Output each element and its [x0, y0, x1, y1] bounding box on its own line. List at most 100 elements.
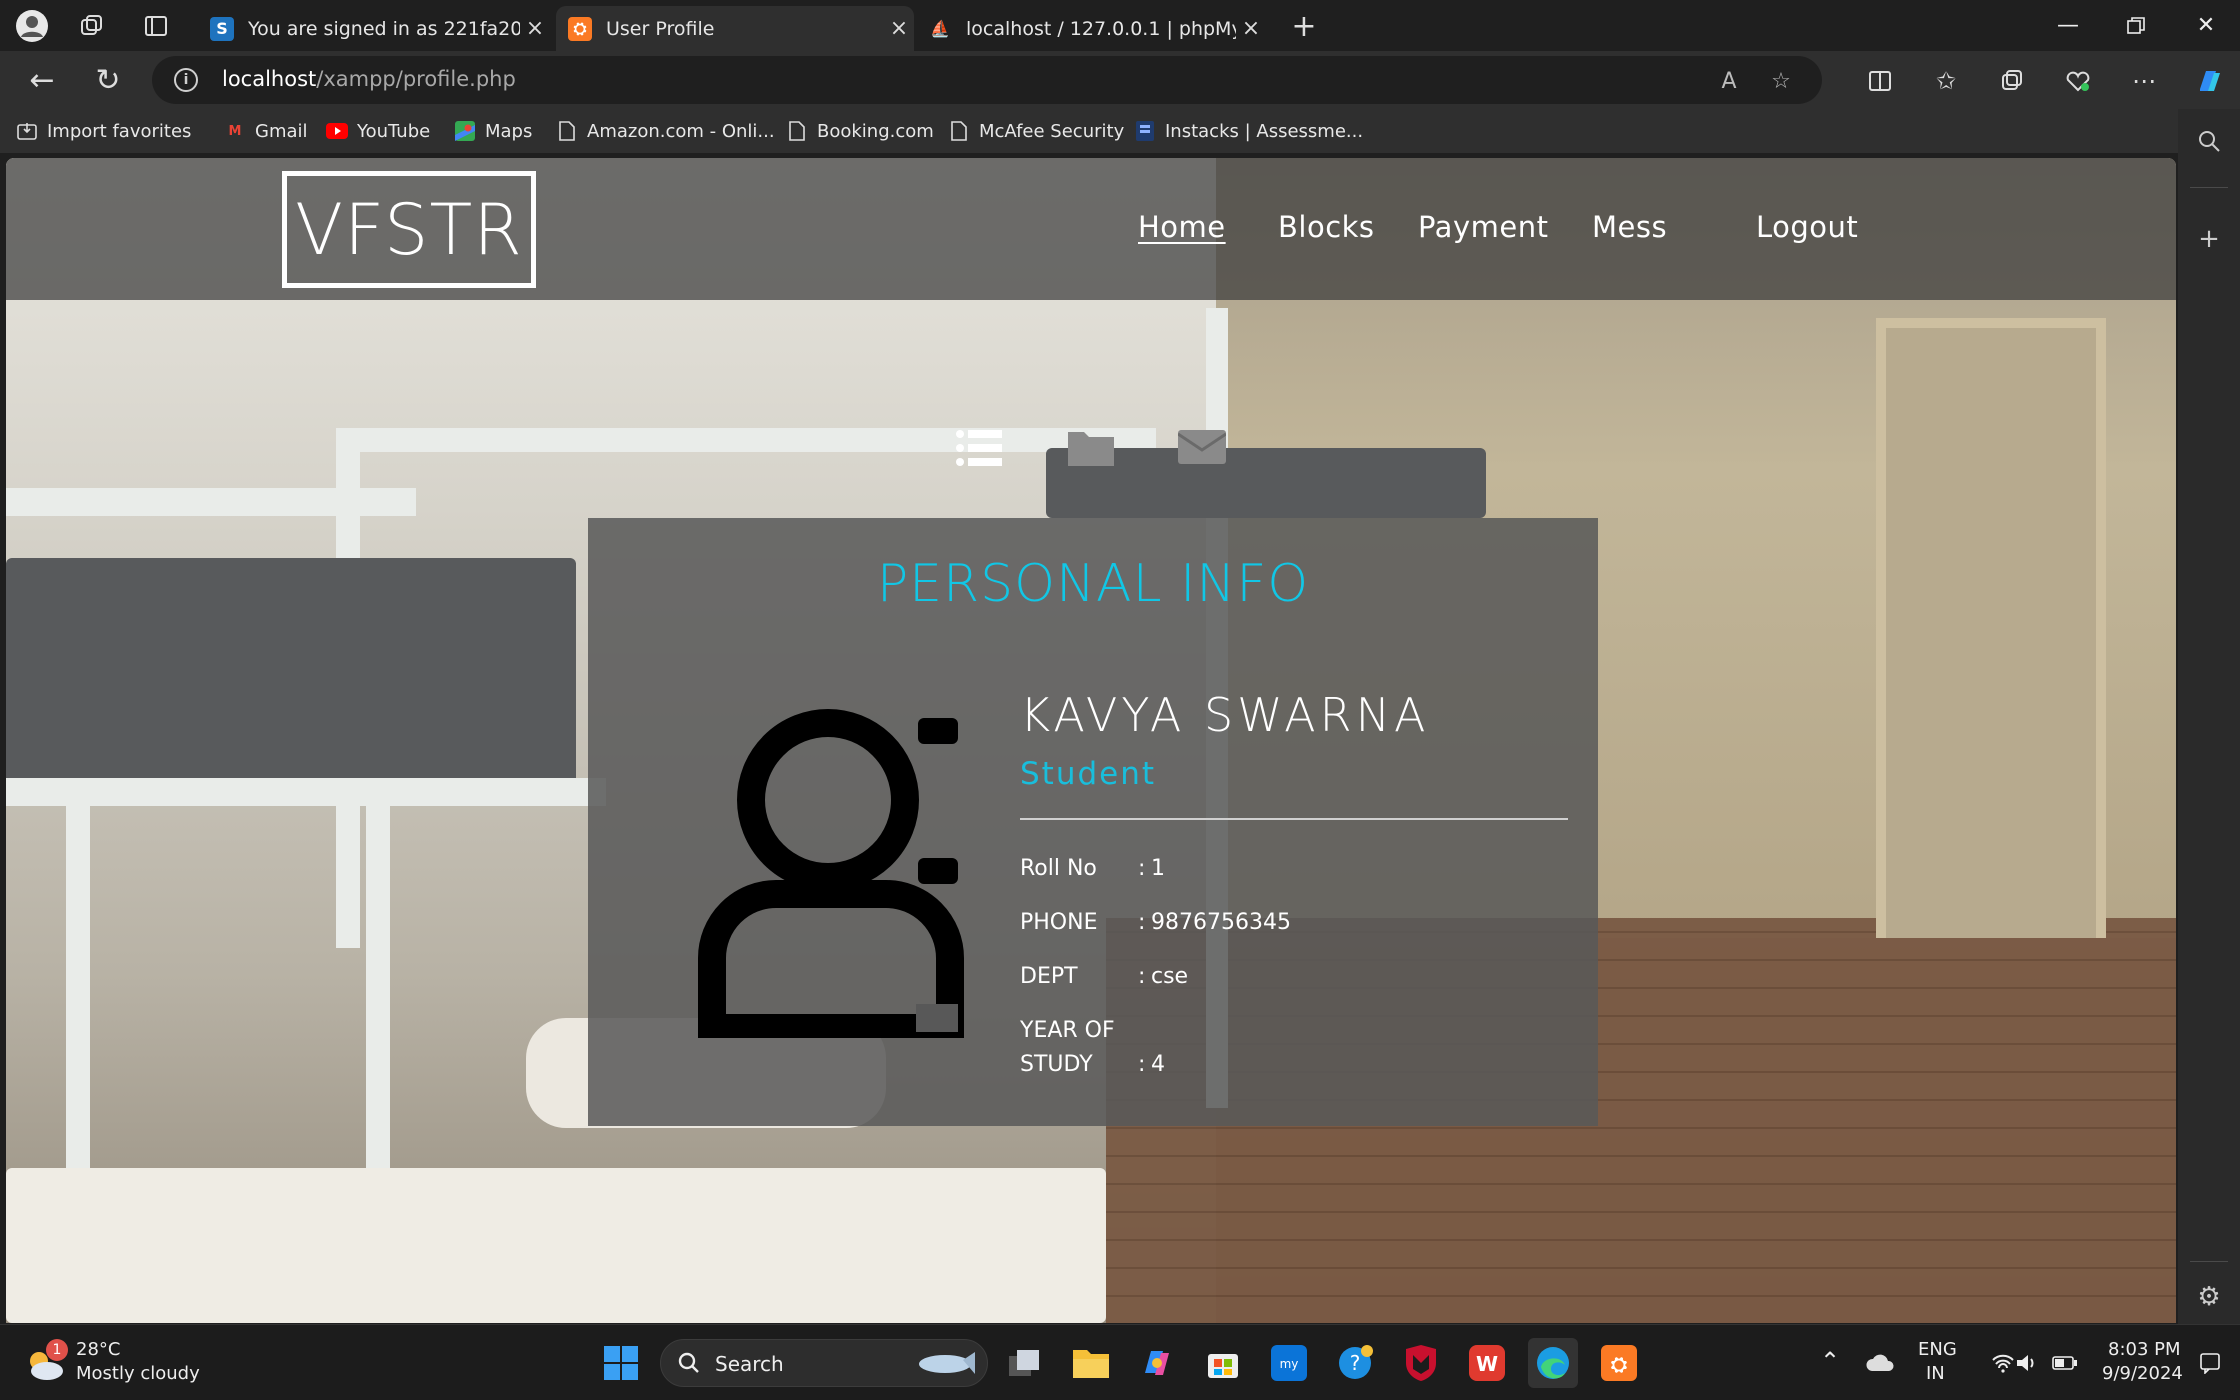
bed-mattress: [6, 558, 576, 788]
clock-time[interactable]: 8:03 PM: [2108, 1339, 2181, 1360]
xampp-icon[interactable]: ⛭: [1594, 1338, 1644, 1388]
nav-logout[interactable]: Logout: [1756, 210, 1858, 244]
copilot-icon[interactable]: [2190, 61, 2230, 101]
fav-instacks[interactable]: Instacks | Assessme...: [1134, 117, 1363, 145]
nav-payment[interactable]: Payment: [1418, 210, 1548, 244]
weather-temp[interactable]: 28°C: [76, 1339, 120, 1360]
tab-actions-icon[interactable]: [138, 8, 174, 44]
bed-rail: [6, 778, 606, 806]
close-tab-icon[interactable]: ×: [520, 16, 550, 41]
refresh-icon[interactable]: ↻: [86, 59, 130, 101]
tab-user-profile[interactable]: ⛭ User Profile ×: [556, 6, 914, 51]
bed-rail: [6, 488, 416, 516]
copilot-app-icon[interactable]: [1132, 1338, 1182, 1388]
help-icon[interactable]: ?: [1330, 1338, 1380, 1388]
page-icon: [786, 120, 808, 142]
search-icon[interactable]: [2189, 121, 2229, 161]
add-icon[interactable]: +: [2189, 219, 2229, 259]
url-text[interactable]: localhost/xampp/profile.php: [222, 67, 516, 91]
fav-maps[interactable]: Maps: [454, 117, 532, 145]
edge-browser-icon[interactable]: [1528, 1338, 1578, 1388]
language-line1[interactable]: ENG: [1918, 1339, 1957, 1360]
profile-avatar-icon[interactable]: [14, 8, 50, 44]
workspaces-icon[interactable]: [74, 8, 110, 44]
minimize-icon[interactable]: —: [2034, 0, 2102, 51]
s-favicon-icon: S: [210, 16, 234, 41]
back-arrow-icon[interactable]: ←: [20, 59, 64, 101]
field-colon: :: [1138, 1052, 1146, 1077]
collections-icon[interactable]: [1992, 61, 2032, 101]
clock-date[interactable]: 9/9/2024: [2102, 1363, 2183, 1384]
weather-desc[interactable]: Mostly cloudy: [76, 1363, 200, 1384]
student-name: KAVYA SWARNA: [1020, 688, 1430, 742]
tab-phpmyadmin[interactable]: ⛵ localhost / 127.0.0.1 | phpMyAdm ×: [916, 6, 1266, 51]
sidebar-divider: [2190, 187, 2228, 188]
svg-text:W: W: [1476, 1352, 1498, 1376]
favorite-star-icon[interactable]: ☆: [1764, 64, 1798, 98]
page-viewport: VFSTR Home Blocks Payment Mess Logout PE…: [6, 158, 2176, 1323]
field-label-year-line1: YEAR OF: [1020, 1018, 1115, 1043]
favorites-bar: Import favorites M Gmail YouTube Maps Ama…: [0, 109, 2240, 153]
file-explorer-icon[interactable]: [1066, 1338, 1116, 1388]
nav-mess[interactable]: Mess: [1592, 210, 1667, 244]
site-info-icon[interactable]: i: [174, 68, 198, 92]
myhp-icon[interactable]: my: [1264, 1338, 1314, 1388]
mcafee-icon[interactable]: [1396, 1338, 1446, 1388]
page-icon: [948, 120, 970, 142]
show-hidden-icons[interactable]: ⌃: [1820, 1347, 1840, 1375]
settings-gear-icon[interactable]: ⚙: [2189, 1277, 2229, 1317]
read-aloud-icon[interactable]: A: [1712, 64, 1746, 98]
site-logo[interactable]: VFSTR: [282, 171, 536, 288]
new-tab-icon[interactable]: +: [1286, 8, 1322, 44]
close-window-icon[interactable]: ✕: [2172, 0, 2240, 51]
tab-signed-in[interactable]: S You are signed in as 221fa20017 ×: [198, 6, 550, 51]
battery-icon[interactable]: [2040, 1338, 2090, 1388]
field-label-roll: Roll No: [1020, 856, 1097, 881]
store-icon[interactable]: [1198, 1338, 1248, 1388]
field-label-year-line2: STUDY: [1020, 1052, 1093, 1077]
browser-toolbar: ← ↻ i localhost/xampp/profile.php A ☆ ✩ …: [0, 51, 2240, 109]
phpmyadmin-favicon-icon: ⛵: [930, 19, 950, 38]
windows-taskbar: 1 28°C Mostly cloudy Search my ? W ⛭ ⌃ E…: [0, 1324, 2240, 1400]
fav-import-favorites[interactable]: Import favorites: [16, 117, 191, 145]
wps-office-icon[interactable]: W: [1462, 1338, 1512, 1388]
more-menu-icon[interactable]: ⋯: [2124, 61, 2164, 101]
search-icon: [677, 1351, 701, 1379]
taskbar-search[interactable]: Search: [660, 1339, 988, 1387]
address-bar[interactable]: i localhost/xampp/profile.php A ☆: [152, 56, 1822, 104]
page-icon: [556, 120, 578, 142]
split-screen-icon[interactable]: [1860, 61, 1900, 101]
notification-icon[interactable]: [2190, 1338, 2230, 1388]
field-colon: :: [1138, 964, 1146, 989]
youtube-icon: [326, 120, 348, 142]
language-line2[interactable]: IN: [1926, 1363, 1945, 1384]
restore-icon[interactable]: [2102, 0, 2170, 51]
mail-icon[interactable]: [1177, 428, 1227, 472]
list-icon[interactable]: [956, 428, 1004, 472]
nav-blocks[interactable]: Blocks: [1278, 210, 1375, 244]
fav-gmail[interactable]: M Gmail: [224, 117, 308, 145]
browser-tab-bar: S You are signed in as 221fa20017 × ⛭ Us…: [0, 0, 2240, 51]
close-tab-icon[interactable]: ×: [1236, 16, 1266, 41]
field-colon: :: [1138, 856, 1146, 881]
browser-essentials-icon[interactable]: [2058, 61, 2098, 101]
onedrive-cloud-icon[interactable]: [1856, 1338, 1906, 1388]
sidebar-divider: [2190, 1261, 2228, 1262]
site-header: VFSTR Home Blocks Payment Mess Logout: [6, 158, 2176, 300]
field-value-year: 4: [1151, 1052, 1165, 1077]
fav-youtube[interactable]: YouTube: [326, 117, 430, 145]
fav-amazon[interactable]: Amazon.com - Onli...: [556, 117, 775, 145]
import-icon: [16, 120, 38, 142]
task-view-icon[interactable]: [1000, 1338, 1050, 1388]
fav-mcafee[interactable]: McAfee Security: [948, 117, 1124, 145]
maps-icon: [454, 120, 476, 142]
nav-home[interactable]: Home: [1138, 210, 1226, 244]
field-value-roll: 1: [1151, 856, 1165, 881]
field-value-phone: 9876756345: [1151, 910, 1291, 935]
favorites-icon[interactable]: ✩: [1926, 61, 1966, 101]
windows-start-icon[interactable]: [596, 1338, 646, 1388]
fav-booking[interactable]: Booking.com: [786, 117, 934, 145]
gmail-icon: M: [228, 123, 242, 139]
folder-icon[interactable]: [1068, 428, 1114, 472]
close-tab-icon[interactable]: ×: [884, 16, 914, 41]
